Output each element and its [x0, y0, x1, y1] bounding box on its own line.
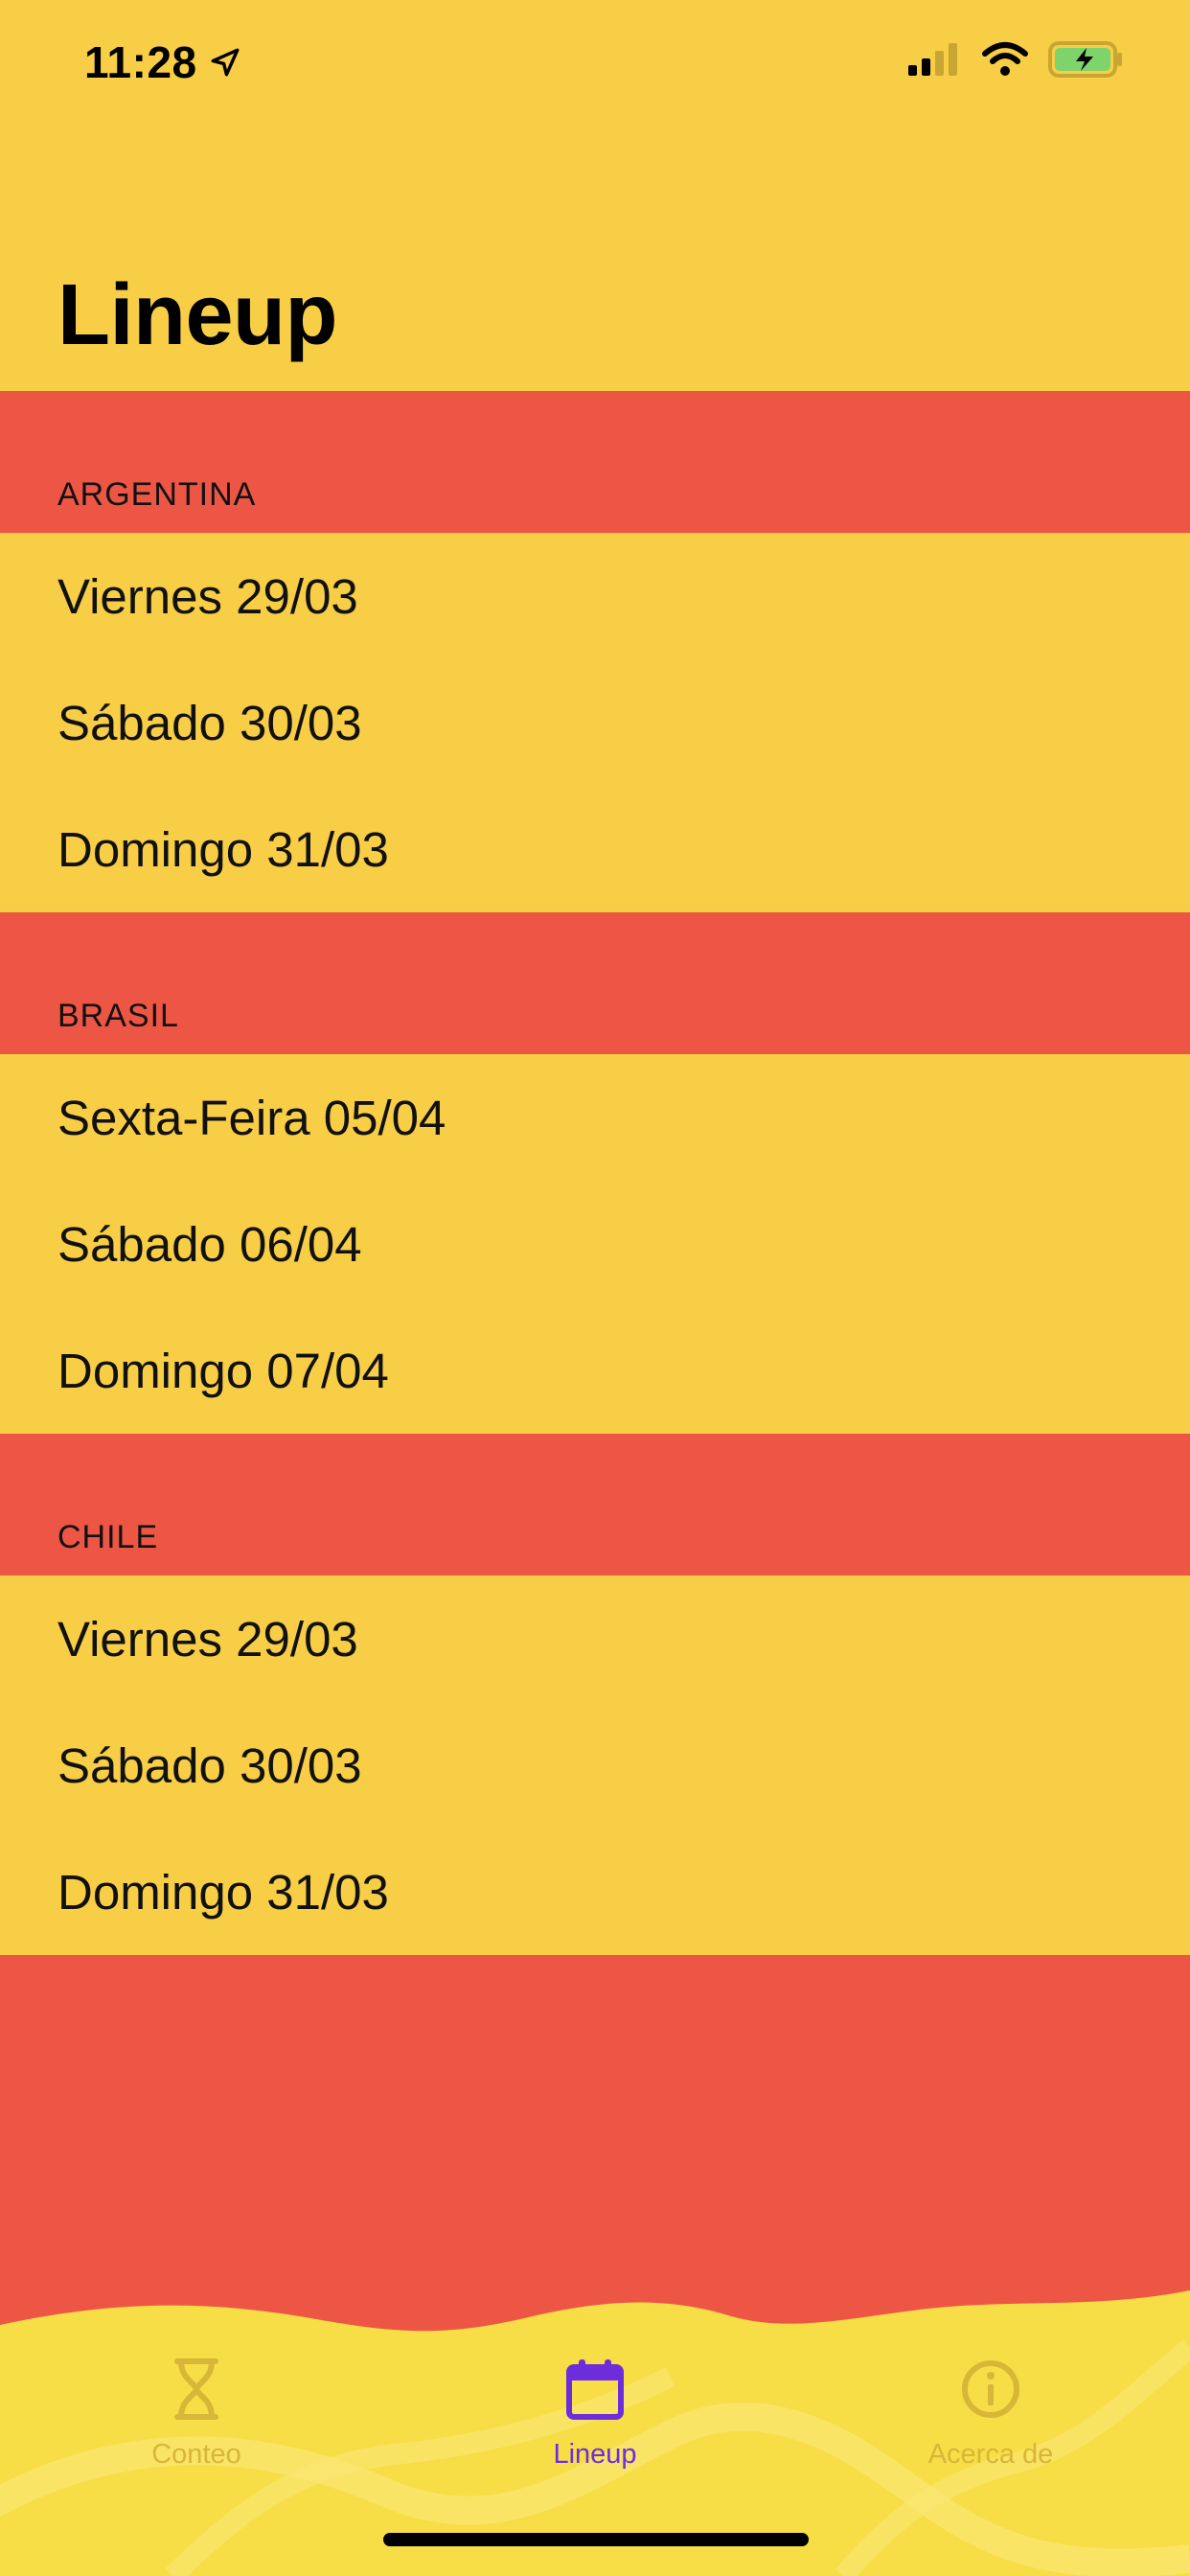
wifi-icon [982, 42, 1028, 76]
tab-label: Lineup [553, 2439, 637, 2470]
info-icon [962, 2360, 1019, 2418]
section-header-chile: CHILE [0, 1434, 1190, 1576]
status-time: 11:28 [84, 36, 241, 88]
list-item-label: Domingo 31/03 [57, 1864, 389, 1920]
list-item[interactable]: Sábado 30/03 [0, 659, 1190, 786]
status-icons [906, 40, 1125, 79]
section-title: CHILE [57, 1519, 159, 1555]
list-item[interactable]: Viernes 29/03 [0, 533, 1190, 659]
battery-charging-icon [1048, 41, 1122, 78]
tab-conteo[interactable]: Conteo [72, 2358, 321, 2471]
section-list-brasil: Sexta-Feira 05/04 Sábado 06/04 Domingo 0… [0, 1054, 1190, 1434]
tab-lineup[interactable]: Lineup [470, 2358, 720, 2471]
list-item-label: Viernes 29/03 [57, 568, 358, 624]
section-title: ARGENTINA [57, 476, 257, 513]
list-item[interactable]: Domingo 07/04 [0, 1307, 1190, 1434]
list-item-label: Viernes 29/03 [57, 1611, 358, 1667]
header-area: 11:28 Lineup [0, 0, 1190, 391]
section-list-chile: Viernes 29/03 Sábado 30/03 Domingo 31/03 [0, 1576, 1190, 1955]
tab-label: Acerca de [927, 2439, 1054, 2470]
hourglass-icon [174, 2358, 218, 2420]
page-title: Lineup [57, 267, 337, 363]
section-title: BRASIL [57, 998, 179, 1034]
list-item-label: Domingo 07/04 [57, 1343, 389, 1398]
cellular-signal-icon [908, 43, 957, 76]
list-item[interactable]: Sábado 30/03 [0, 1702, 1190, 1828]
status-time-text: 11:28 [84, 37, 197, 87]
list-item[interactable]: Domingo 31/03 [0, 1828, 1190, 1955]
list-item[interactable]: Viernes 29/03 [0, 1576, 1190, 1702]
location-arrow-icon [211, 48, 240, 77]
list-item-label: Sexta-Feira 05/04 [57, 1090, 446, 1145]
calendar-icon [566, 2359, 624, 2420]
list-item[interactable]: Domingo 31/03 [0, 786, 1190, 912]
tab-label: Conteo [151, 2439, 241, 2470]
list-item[interactable]: Sexta-Feira 05/04 [0, 1054, 1190, 1181]
section-list-argentina: Viernes 29/03 Sábado 30/03 Domingo 31/03 [0, 533, 1190, 912]
section-header-argentina: ARGENTINA [0, 391, 1190, 533]
list-item-label: Sábado 30/03 [57, 695, 362, 750]
home-indicator [383, 2533, 809, 2546]
list-item-label: Domingo 31/03 [57, 821, 389, 877]
list-item[interactable]: Sábado 06/04 [0, 1181, 1190, 1307]
section-header-brasil: BRASIL [0, 912, 1190, 1054]
lineup-screen: 11:28 Lineup ARGENTINA Viernes 29/03 Sáb… [0, 0, 1190, 2576]
list-item-label: Sábado 30/03 [57, 1737, 362, 1793]
list-item-label: Sábado 06/04 [57, 1216, 362, 1272]
tab-acerca-de[interactable]: Acerca de [866, 2358, 1115, 2471]
